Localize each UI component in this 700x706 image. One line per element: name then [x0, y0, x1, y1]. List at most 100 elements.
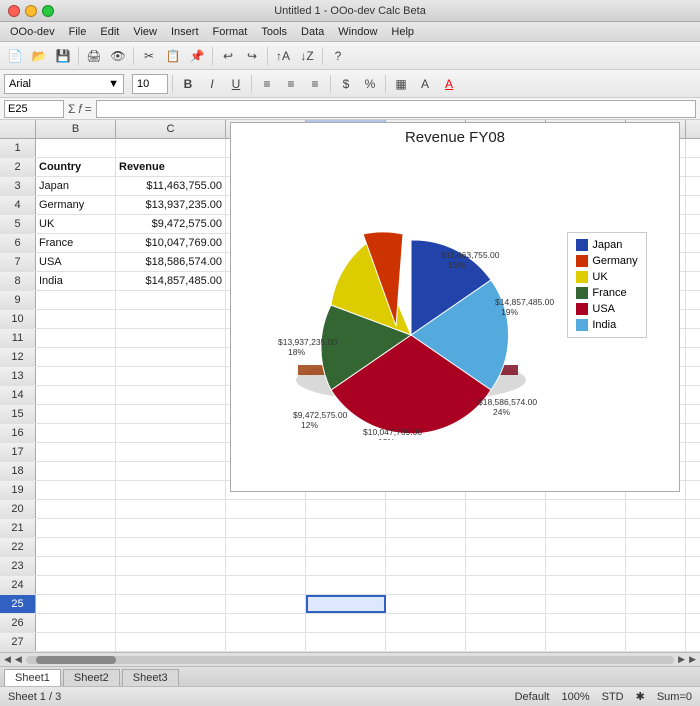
cell-b1[interactable]	[36, 139, 116, 157]
cell-c3[interactable]: $11,463,755.00	[116, 177, 226, 195]
toolbar-separator9	[385, 75, 386, 93]
menu-item-format[interactable]: Format	[207, 25, 254, 39]
print-button[interactable]: 🖨	[83, 45, 105, 67]
align-center-button[interactable]: ≡	[280, 73, 302, 95]
sort-desc-button[interactable]: ↓Z	[296, 45, 318, 67]
maximize-button[interactable]	[42, 5, 54, 17]
help-button[interactable]: ?	[327, 45, 349, 67]
selected-cell[interactable]	[306, 595, 386, 613]
row-num: 17	[0, 443, 36, 461]
legend-label-france: France	[592, 287, 626, 299]
open-button[interactable]: 📂	[28, 45, 50, 67]
cell-c4[interactable]: $13,937,235.00	[116, 196, 226, 214]
row-num: 5	[0, 215, 36, 233]
sort-asc-button[interactable]: ↑A	[272, 45, 294, 67]
horizontal-scrollbar[interactable]: ◀ ◀ ▶ ▶	[0, 652, 700, 666]
cell-c8[interactable]: $14,857,485.00	[116, 272, 226, 290]
menu-item-tools[interactable]: Tools	[255, 25, 293, 39]
cell-j6[interactable]	[686, 234, 700, 252]
cell-b3[interactable]: Japan	[36, 177, 116, 195]
cell-c1[interactable]	[116, 139, 226, 157]
menu-item-help[interactable]: Help	[385, 25, 420, 39]
formula-sum-icon[interactable]: Σ	[68, 102, 75, 116]
copy-button[interactable]: 📋	[162, 45, 184, 67]
formula-input[interactable]	[96, 100, 696, 118]
cut-button[interactable]: ✂	[138, 45, 160, 67]
paste-button[interactable]: 📌	[186, 45, 208, 67]
toolbar-separator7	[251, 75, 252, 93]
row-num: 12	[0, 348, 36, 366]
cell-j7[interactable]	[686, 253, 700, 271]
scroll-right-far-button[interactable]: ▶	[687, 654, 698, 665]
chart-container[interactable]: Revenue FY08	[230, 122, 680, 492]
bold-button[interactable]: B	[177, 73, 199, 95]
cell-b8[interactable]: India	[36, 272, 116, 290]
toolbar-separator3	[212, 47, 213, 65]
minimize-button[interactable]	[25, 5, 37, 17]
row-num: 10	[0, 310, 36, 328]
font-color-button[interactable]: A	[438, 73, 460, 95]
tab-sheet1[interactable]: Sheet1	[4, 669, 61, 686]
font-selector[interactable]: Arial ▼	[4, 74, 124, 94]
redo-button[interactable]: ↪	[241, 45, 263, 67]
col-header-j[interactable]: J	[686, 120, 700, 138]
align-right-button[interactable]: ≡	[304, 73, 326, 95]
scroll-left-button[interactable]: ◀	[2, 654, 13, 665]
menu-item-edit[interactable]: Edit	[94, 25, 125, 39]
menu-item-ooo-dev[interactable]: OOo-dev	[4, 25, 61, 39]
scrollbar-thumb[interactable]	[36, 656, 116, 664]
close-button[interactable]	[8, 5, 20, 17]
cell-c6[interactable]: $10,047,769.00	[116, 234, 226, 252]
scroll-right-button[interactable]: ◀	[13, 654, 24, 665]
cell-b5[interactable]: UK	[36, 215, 116, 233]
percent-button[interactable]: %	[359, 73, 381, 95]
menu-item-data[interactable]: Data	[295, 25, 330, 39]
menu-item-file[interactable]: File	[63, 25, 93, 39]
align-left-button[interactable]: ≡	[256, 73, 278, 95]
cell-c2[interactable]: Revenue	[116, 158, 226, 176]
cell-j8[interactable]	[686, 272, 700, 290]
font-size: 10	[137, 78, 149, 90]
col-header-b[interactable]: B	[36, 120, 116, 138]
row-num: 1	[0, 139, 36, 157]
cell-j2[interactable]	[686, 158, 700, 176]
cell-b7[interactable]: USA	[36, 253, 116, 271]
tab-sheet3[interactable]: Sheet3	[122, 669, 179, 686]
bg-color-button[interactable]: A	[414, 73, 436, 95]
cell-j3[interactable]	[686, 177, 700, 195]
cell-j4[interactable]	[686, 196, 700, 214]
font-dropdown-icon[interactable]: ▼	[108, 78, 119, 90]
italic-button[interactable]: I	[201, 73, 223, 95]
cell-b2[interactable]: Country	[36, 158, 116, 176]
cell-b4[interactable]: Germany	[36, 196, 116, 214]
menu-item-insert[interactable]: Insert	[165, 25, 205, 39]
scrollbar-track[interactable]	[26, 656, 674, 664]
page-style: Default	[515, 691, 550, 703]
tab-sheet2[interactable]: Sheet2	[63, 669, 120, 686]
border-button[interactable]: ▦	[390, 73, 412, 95]
cell-j5[interactable]	[686, 215, 700, 233]
row-num: 22	[0, 538, 36, 556]
underline-button[interactable]: U	[225, 73, 247, 95]
undo-button[interactable]: ↩	[217, 45, 239, 67]
currency-button[interactable]: $	[335, 73, 357, 95]
cell-b6[interactable]: France	[36, 234, 116, 252]
cell-c7[interactable]: $18,586,574.00	[116, 253, 226, 271]
row-num: 15	[0, 405, 36, 423]
save-button[interactable]: 💾	[52, 45, 74, 67]
svg-text:$9,472,575.00: $9,472,575.00	[293, 410, 348, 420]
toolbar-formatting: Arial ▼ 10 B I U ≡ ≡ ≡ $ % ▦ A A	[0, 70, 700, 98]
font-size-selector[interactable]: 10	[132, 74, 168, 94]
cell-reference-input[interactable]	[4, 100, 64, 118]
legend-label-uk: UK	[592, 271, 607, 283]
preview-button[interactable]: 👁	[107, 45, 129, 67]
menu-item-window[interactable]: Window	[332, 25, 383, 39]
cell-j1[interactable]	[686, 139, 700, 157]
menu-item-view[interactable]: View	[127, 25, 163, 39]
col-header-c[interactable]: C	[116, 120, 226, 138]
cell-c5[interactable]: $9,472,575.00	[116, 215, 226, 233]
row-num: 20	[0, 500, 36, 518]
formula-fx-icon[interactable]: f	[78, 102, 81, 116]
new-button[interactable]: 📄	[4, 45, 26, 67]
scroll-right-end-button[interactable]: ▶	[676, 654, 687, 665]
